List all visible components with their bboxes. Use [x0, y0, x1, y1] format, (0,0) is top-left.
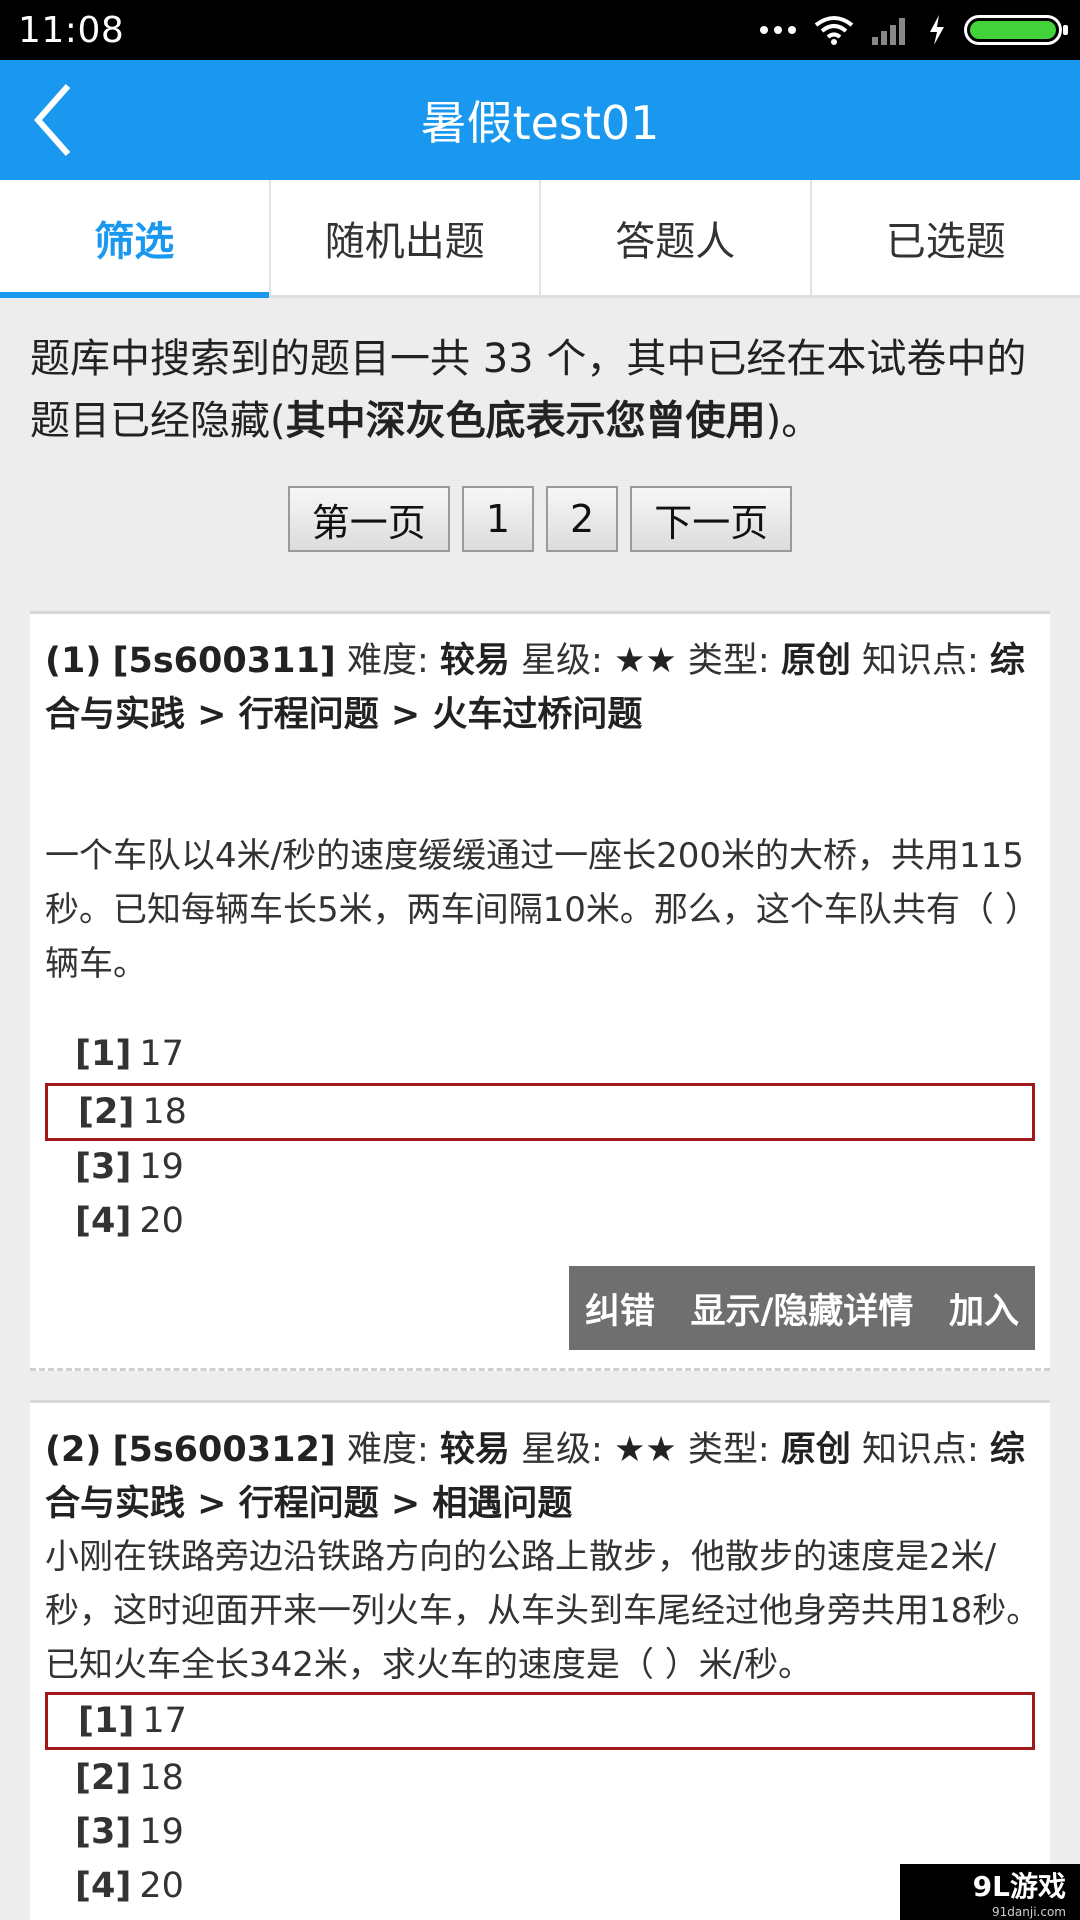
option-3[interactable]: [3] 19 [45, 1138, 1035, 1196]
question-text: 一个车队以4米/秒的速度缓缓通过一座长200米的大桥，共用115秒。已知每辆车长… [45, 836, 1039, 984]
info-text-bold: 其中深灰色底表示您曾使用 [285, 398, 766, 444]
first-page-button[interactable]: 第一页 [287, 486, 450, 552]
info-text-end: )。 [765, 398, 822, 444]
watermark-url: 91danji.com [992, 1905, 1066, 1919]
app-header: 暑假test01 [0, 60, 1080, 180]
option-value: 18 [142, 1092, 187, 1132]
question-card: (2) [5s600312] 难度: 较易 星级: ★★ 类型: 原创 知识点:… [30, 1400, 1050, 1920]
status-bar: 11:08 [0, 0, 1080, 60]
option-4[interactable]: [4] 20 [45, 1192, 1035, 1250]
tab-random[interactable]: 随机出题 [271, 180, 541, 295]
question-code: [5s600311] [112, 641, 336, 681]
option-value: 19 [139, 1812, 184, 1852]
option-value: 20 [139, 1201, 184, 1241]
type-label: 类型: [687, 641, 770, 681]
type-label: 类型: [687, 1430, 770, 1470]
tab-filter[interactable]: 筛选 [0, 180, 271, 298]
status-icons [760, 15, 1068, 45]
question-index: (2) [45, 1430, 102, 1470]
question-index: (1) [45, 641, 102, 681]
back-chevron-icon [33, 84, 71, 156]
option-number: [3] [75, 1812, 132, 1852]
search-result-info: 题库中搜索到的题目一共 33 个，其中已经在本试卷中的题目已经隐藏(其中深灰色底… [30, 328, 1050, 452]
watermark-logo: 9L游戏 [972, 1870, 1066, 1903]
page-1-button[interactable]: 1 [461, 486, 534, 552]
status-time: 11:08 [18, 9, 125, 51]
option-number: [2] [78, 1092, 135, 1132]
site-watermark: 9L游戏 91danji.com [900, 1864, 1080, 1920]
question-code: [5s600312] [112, 1430, 336, 1470]
option-value: 17 [142, 1701, 187, 1741]
knowledge-label: 知识点: [861, 641, 979, 681]
option-1[interactable]: [1] 17 [45, 1692, 1035, 1750]
option-number: [4] [75, 1201, 132, 1241]
pagination: 第一页 1 2 下一页 [0, 486, 1080, 552]
option-value: 17 [139, 1034, 184, 1074]
difficulty-value: 较易 [439, 641, 510, 681]
option-number: [1] [78, 1701, 135, 1741]
type-value: 原创 [780, 641, 851, 681]
page-2-button[interactable]: 2 [546, 486, 619, 552]
card-divider [30, 1368, 1050, 1371]
page-title: 暑假test01 [420, 96, 660, 150]
option-3[interactable]: [3] 19 [45, 1803, 1035, 1861]
next-page-button[interactable]: 下一页 [630, 486, 793, 552]
option-value: 18 [139, 1758, 184, 1798]
back-button[interactable] [22, 78, 82, 162]
option-2[interactable]: [2] 18 [45, 1083, 1035, 1141]
question-meta: (1) [5s600311] 难度: 较易 星级: ★★ 类型: 原创 知识点:… [45, 634, 1045, 742]
add-question-button[interactable]: 加入 [949, 1283, 1019, 1334]
toggle-details-button[interactable]: 显示/隐藏详情 [691, 1283, 914, 1334]
option-number: [3] [75, 1147, 132, 1187]
question-card: (1) [5s600311] 难度: 较易 星级: ★★ 类型: 原创 知识点:… [30, 611, 1050, 1371]
more-dots-icon [760, 26, 796, 34]
difficulty-label: 难度: [346, 1430, 429, 1470]
question-text: 小刚在铁路旁边沿铁路方向的公路上散步，他散步的速度是2米/秒，这时迎面开来一列火… [45, 1537, 1041, 1685]
wifi-icon [814, 16, 854, 45]
option-4[interactable]: [4] 20 [45, 1857, 1035, 1915]
question-meta: (2) [5s600312] 难度: 较易 星级: ★★ 类型: 原创 知识点:… [45, 1423, 1045, 1531]
option-value: 20 [139, 1866, 184, 1906]
tab-bar: 筛选 随机出题 答题人 已选题 [0, 180, 1080, 298]
battery-icon [964, 15, 1068, 45]
stars-value: ★★ [613, 641, 677, 681]
type-value: 原创 [780, 1430, 851, 1470]
option-number: [1] [75, 1034, 132, 1074]
difficulty-label: 难度: [346, 641, 429, 681]
tab-answerers[interactable]: 答题人 [541, 180, 812, 295]
stars-label: 星级: [521, 1430, 603, 1470]
stars-value: ★★ [613, 1430, 677, 1470]
knowledge-label: 知识点: [861, 1430, 979, 1470]
option-value: 19 [139, 1147, 184, 1187]
report-error-button[interactable]: 纠错 [585, 1283, 655, 1334]
question-actions: 纠错 显示/隐藏详情 加入 [569, 1266, 1035, 1350]
tab-selected[interactable]: 已选题 [812, 180, 1080, 295]
charging-icon [930, 15, 944, 45]
option-1[interactable]: [1] 17 [45, 1025, 1035, 1083]
stars-label: 星级: [521, 641, 603, 681]
signal-icon [872, 18, 905, 45]
option-number: [4] [75, 1866, 132, 1906]
difficulty-value: 较易 [439, 1430, 510, 1470]
option-2[interactable]: [2] 18 [45, 1749, 1035, 1807]
option-number: [2] [75, 1758, 132, 1798]
